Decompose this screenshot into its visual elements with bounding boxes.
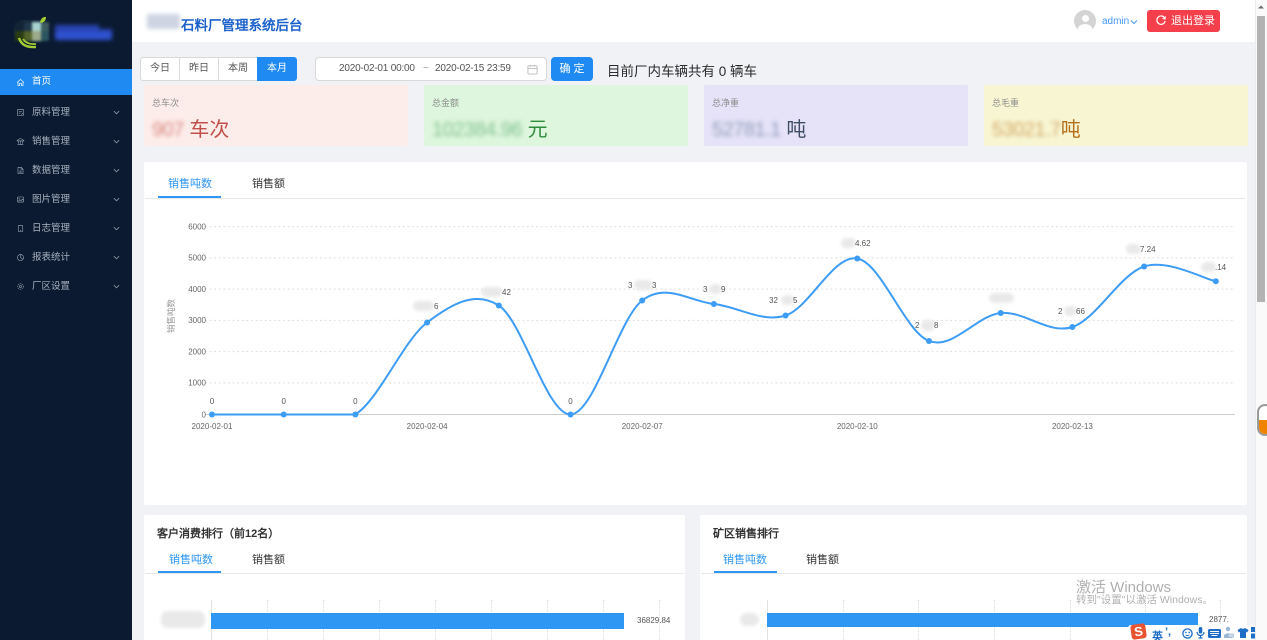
svg-text:3000: 3000 — [188, 316, 206, 325]
svg-text:4000: 4000 — [188, 285, 206, 294]
svg-text:0: 0 — [281, 397, 286, 406]
svg-text:0: 0 — [210, 397, 215, 406]
svg-text:2000: 2000 — [188, 347, 206, 356]
svg-text:2020-02-10: 2020-02-10 — [837, 422, 878, 431]
svg-text:2020-02-04: 2020-02-04 — [407, 422, 448, 431]
svg-text:0: 0 — [353, 397, 358, 406]
svg-text:2020-02-13: 2020-02-13 — [1052, 422, 1093, 431]
svg-text:0: 0 — [568, 397, 573, 406]
svg-text:2020-02-01: 2020-02-01 — [192, 422, 233, 431]
svg-text:1000: 1000 — [188, 379, 206, 388]
svg-text:销售吨数: 销售吨数 — [166, 299, 176, 334]
svg-text:0: 0 — [202, 410, 207, 419]
svg-text:5000: 5000 — [188, 254, 206, 263]
svg-text:2020-02-07: 2020-02-07 — [622, 422, 663, 431]
svg-text:6000: 6000 — [188, 222, 206, 231]
